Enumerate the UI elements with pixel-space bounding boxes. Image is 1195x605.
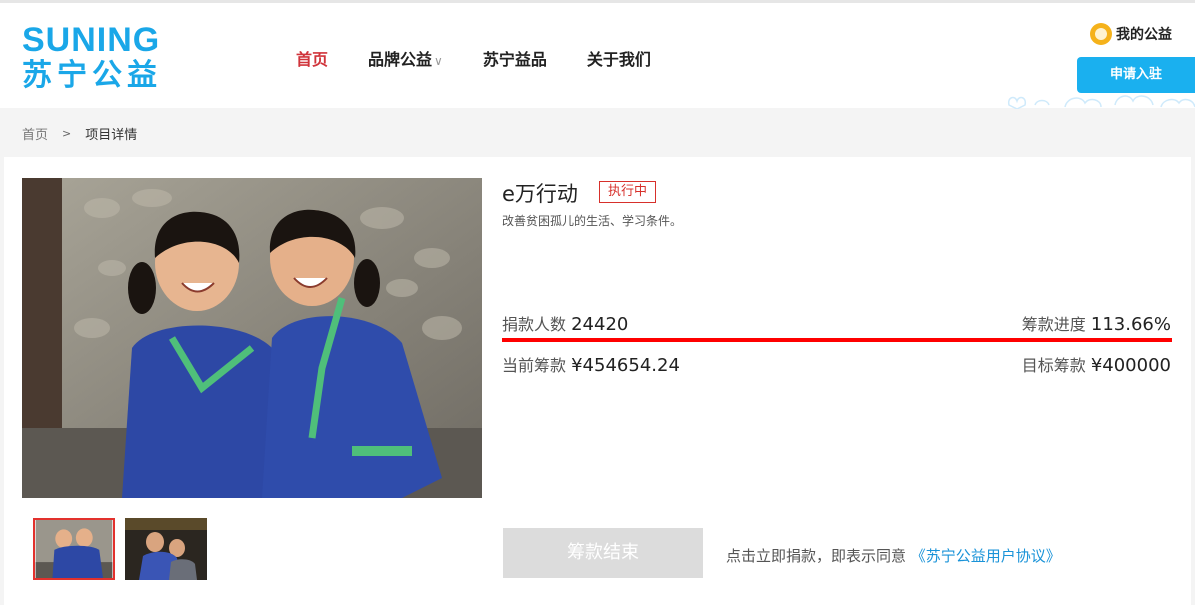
decorative-clouds: [1007, 95, 1195, 109]
progress-bar: [502, 338, 1172, 342]
project-title: e万行动: [502, 182, 578, 206]
nav-item-charity-products[interactable]: 苏宁益品: [483, 46, 547, 70]
site-header: SUNING 苏宁公益 首页 品牌公益 ∨ 苏宁益品 关于我们 我的公益 申请入驻: [0, 3, 1195, 109]
project-photo: [22, 178, 482, 498]
nav-item-brand-charity[interactable]: 品牌公益 ∨: [368, 46, 443, 70]
fundraising-ended-button[interactable]: 筹款结束: [503, 528, 703, 578]
my-charity-label: 我的公益: [1116, 27, 1172, 43]
donor-count-value: 24420: [571, 314, 629, 335]
progress-label: 筹款进度: [1021, 315, 1086, 334]
breadcrumb: 首页 > 项目详情: [22, 124, 137, 143]
project-description: 改善贫困孤儿的生活、学习条件。: [502, 214, 683, 228]
logo-text-cn: 苏宁公益: [22, 58, 162, 93]
agreement-text: 点击立即捐款，即表示同意: [726, 547, 907, 565]
nav-item-home[interactable]: 首页: [296, 46, 328, 70]
breadcrumb-separator: >: [62, 127, 72, 140]
current-raised: 当前筹款 ¥454654.24: [502, 352, 680, 376]
nav-item-brand-charity-label: 品牌公益: [368, 50, 433, 69]
logo-text-en: SUNING: [22, 21, 161, 59]
chevron-down-icon: ∨: [434, 54, 443, 68]
target-amount: 目标筹款 ¥400000: [1022, 352, 1171, 376]
raised-value: ¥454654.24: [571, 355, 680, 376]
main-nav: 首页 品牌公益 ∨ 苏宁益品 关于我们: [296, 46, 691, 70]
user-agreement-link[interactable]: 《苏宁公益用户协议》: [911, 547, 1061, 565]
target-value: ¥400000: [1090, 355, 1171, 376]
thumbnail-2[interactable]: [125, 518, 207, 580]
breadcrumb-current: 项目详情: [85, 128, 138, 143]
progress-value: 113.66%: [1090, 314, 1171, 335]
donor-count: 捐款人数 24420: [502, 311, 628, 335]
lion-icon: [1090, 23, 1112, 45]
status-badge: 执行中: [599, 181, 657, 203]
fundraising-progress: 筹款进度 113.66%: [1022, 311, 1171, 335]
progress-bar-fill: [502, 338, 1172, 342]
donor-count-label: 捐款人数: [502, 315, 567, 334]
nav-item-about-us[interactable]: 关于我们: [587, 46, 651, 70]
thumbnail-1[interactable]: [33, 518, 115, 580]
breadcrumb-home[interactable]: 首页: [22, 124, 48, 143]
agreement-notice: 点击立即捐款，即表示同意 《苏宁公益用户协议》: [726, 545, 1061, 566]
my-charity-link[interactable]: 我的公益: [1090, 23, 1172, 45]
suning-logo[interactable]: SUNING 苏宁公益: [22, 23, 182, 93]
raised-label: 当前筹款: [502, 356, 567, 375]
target-label: 目标筹款: [1021, 356, 1086, 375]
